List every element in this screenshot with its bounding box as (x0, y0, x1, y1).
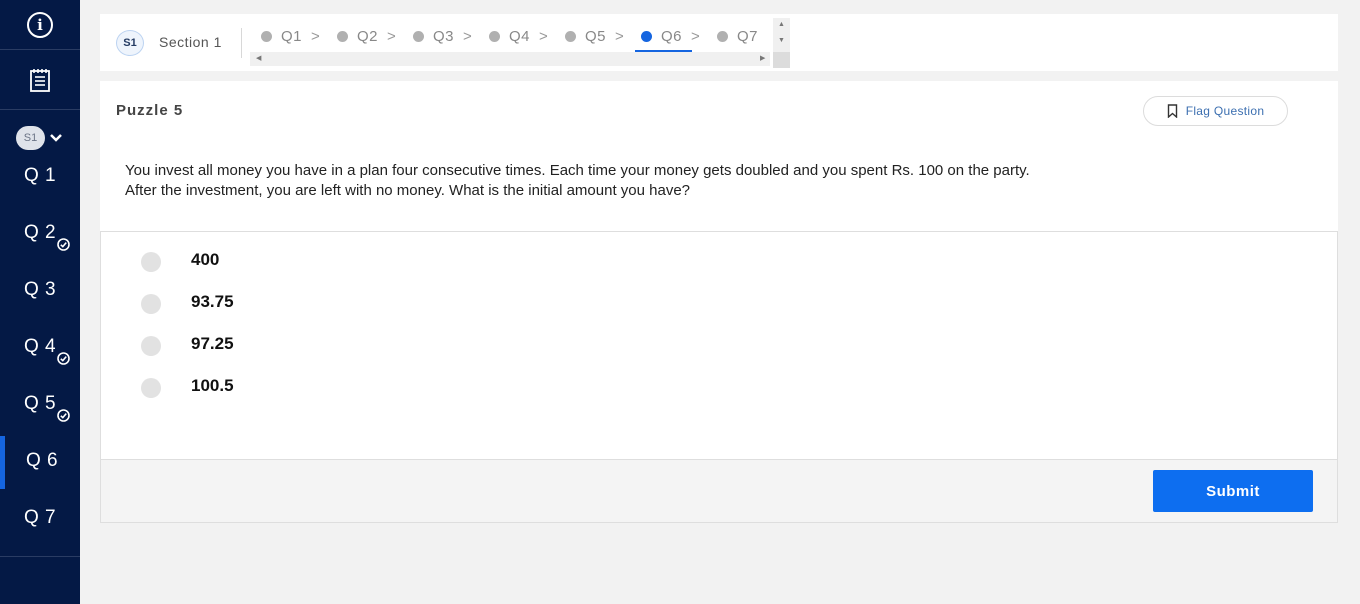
sidebar-item-q6[interactable]: Q 6 (0, 436, 80, 489)
sidebar-item-label: Q 1 (24, 165, 57, 186)
option-item[interactable]: 97.25 (141, 332, 234, 356)
flag-question-button[interactable]: Flag Question (1143, 96, 1288, 126)
sidebar-item-q4[interactable]: Q 4 (0, 322, 80, 375)
question-text: You invest all money you have in a plan … (125, 161, 1225, 201)
tab-q3[interactable]: Q3 > (413, 23, 472, 49)
status-dot-icon (641, 30, 652, 42)
sidebar-item-q2[interactable]: Q 2 (0, 208, 80, 261)
bookmark-icon (1167, 104, 1177, 118)
chevron-right-icon: > (615, 27, 625, 45)
scroll-up-icon[interactable]: ▲ (778, 21, 785, 28)
status-dot-icon (337, 30, 348, 42)
section-label: Section 1 (159, 34, 222, 50)
tab-label: Q2 (357, 27, 379, 45)
divider (0, 556, 80, 557)
option-radio[interactable] (141, 252, 161, 272)
status-dot-icon (261, 30, 272, 42)
sidebar-item-q1[interactable]: Q 1 (0, 151, 80, 204)
answered-check-icon (57, 409, 70, 422)
section-badge: S1 (16, 126, 45, 150)
question-list-button[interactable] (0, 51, 80, 110)
status-dot-icon (413, 30, 424, 42)
tab-label: Q1 (281, 27, 303, 45)
chevron-right-icon: > (387, 27, 397, 45)
tab-label: Q3 (433, 27, 455, 45)
flag-question-label: Flag Question (1185, 104, 1265, 118)
option-label: 100.5 (191, 376, 234, 395)
tab-q2[interactable]: Q2 > (337, 23, 396, 49)
scroll-down-icon[interactable]: ▼ (778, 37, 785, 44)
scroll-left-icon[interactable]: ◀ (256, 54, 261, 62)
footer-bar: Submit (100, 460, 1338, 523)
sidebar-item-label: Q 6 (26, 450, 59, 471)
answer-options: 400 93.75 97.25 100.5 (100, 231, 1338, 460)
sidebar-item-q5[interactable]: Q 5 (0, 379, 80, 432)
tab-label: Q7 (737, 27, 759, 45)
sidebar-item-label: Q 7 (24, 507, 57, 528)
option-label: 400 (191, 250, 220, 269)
tab-q4[interactable]: Q4 > (489, 23, 548, 49)
option-item[interactable]: 100.5 (141, 374, 234, 398)
status-dot-icon (717, 30, 728, 42)
info-button[interactable]: i (0, 0, 80, 50)
chevron-right-icon: > (691, 27, 701, 45)
sidebar-item-label: Q 2 (24, 222, 57, 243)
sidebar: i S1 Q 1 Q 2 Q 3 Q 4 Q 5 Q 6 Q 7 (0, 0, 80, 604)
divider (241, 28, 242, 58)
option-label: 97.25 (191, 334, 234, 353)
chevron-down-icon (50, 134, 62, 142)
question-panel: Puzzle 5 Flag Question You invest all mo… (100, 81, 1338, 231)
sidebar-item-q3[interactable]: Q 3 (0, 265, 80, 318)
submit-button[interactable]: Submit (1153, 470, 1313, 512)
tab-q7[interactable]: Q7 (717, 23, 758, 49)
option-radio[interactable] (141, 378, 161, 398)
chevron-right-icon: > (539, 27, 549, 45)
tab-q1[interactable]: Q1 > (261, 23, 320, 49)
chevron-right-icon: > (463, 27, 473, 45)
scroll-right-icon[interactable]: ▶ (760, 54, 765, 62)
tab-q6[interactable]: Q6 > (641, 23, 700, 49)
question-text-line: After the investment, you are left with … (125, 182, 691, 199)
question-nav-bar: S1 Section 1 Q1 > Q2 > Q3 > Q4 > Q5 > Q6… (100, 14, 1338, 71)
section-selector[interactable]: S1 (16, 126, 63, 150)
sidebar-item-label: Q 4 (24, 336, 57, 357)
chevron-right-icon: > (311, 27, 321, 45)
status-dot-icon (565, 30, 576, 42)
tab-label: Q4 (509, 27, 531, 45)
sidebar-item-label: Q 3 (24, 279, 57, 300)
option-label: 93.75 (191, 292, 234, 311)
section-badge: S1 (116, 30, 144, 56)
scrollbar-corner (773, 52, 790, 68)
vertical-scrollbar[interactable]: ▲ ▼ (773, 18, 790, 54)
status-dot-icon (489, 30, 500, 42)
info-icon: i (27, 11, 53, 38)
tab-label: Q6 (661, 27, 683, 45)
question-text-line: You invest all money you have in a plan … (125, 162, 1030, 179)
tab-q5[interactable]: Q5 > (565, 23, 624, 49)
option-radio[interactable] (141, 336, 161, 356)
option-item[interactable]: 400 (141, 248, 219, 272)
question-title: Puzzle 5 (116, 102, 184, 119)
horizontal-scrollbar[interactable]: ◀ ▶ (250, 52, 770, 66)
sidebar-item-q7[interactable]: Q 7 (0, 493, 80, 546)
sidebar-item-label: Q 5 (24, 393, 57, 414)
tab-label: Q5 (585, 27, 607, 45)
answered-check-icon (57, 238, 70, 251)
answered-check-icon (57, 352, 70, 365)
option-item[interactable]: 93.75 (141, 290, 234, 314)
option-radio[interactable] (141, 294, 161, 314)
notepad-list-icon (30, 69, 50, 92)
